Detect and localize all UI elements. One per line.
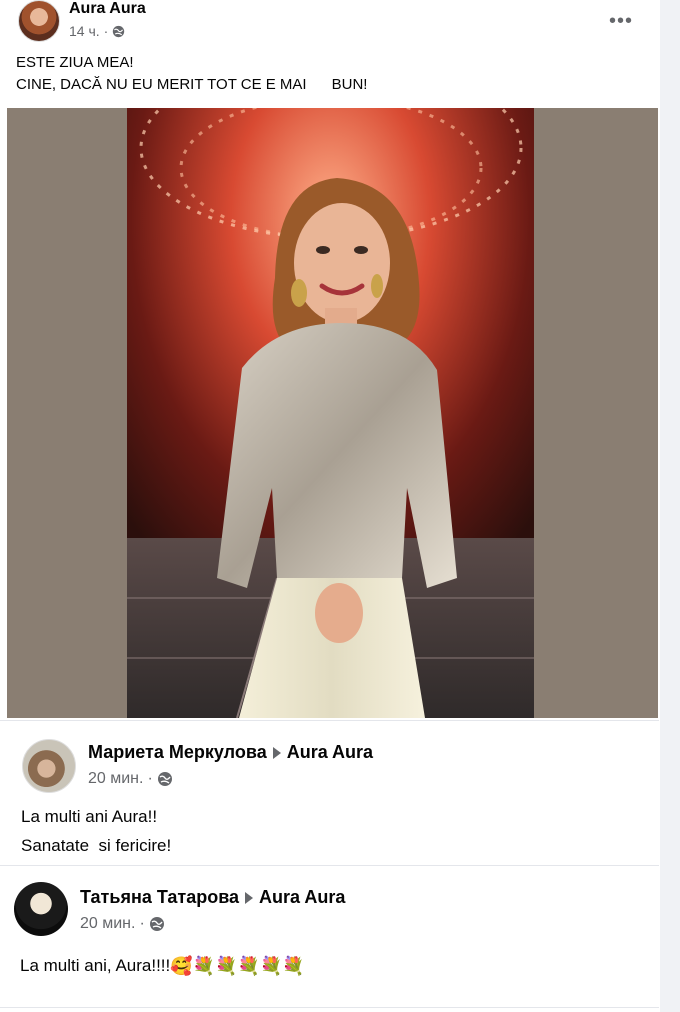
- post-photo[interactable]: [7, 108, 658, 718]
- post-card: Aura Aura 14 ч. · ••• ESTE ZIUA MEA! CIN…: [0, 0, 659, 721]
- commenter-name[interactable]: Мариета Меркулова: [88, 742, 267, 763]
- post-time[interactable]: 14 ч.: [69, 23, 100, 39]
- commenter-avatar[interactable]: [22, 739, 76, 793]
- arrow-right-icon: [272, 746, 281, 759]
- post-meta: 14 ч. ·: [69, 23, 125, 39]
- comment-card-2: Татьяна Татарова Aura Aura 20 мин. · La …: [0, 872, 659, 1008]
- bouquet-icon: 💐: [215, 956, 238, 976]
- scrollbar[interactable]: [660, 0, 680, 1012]
- arrow-right-icon: [245, 891, 254, 904]
- globe-icon: [149, 917, 164, 931]
- author-name[interactable]: Aura Aura: [69, 0, 146, 18]
- meta-dot: ·: [103, 23, 109, 39]
- bouquet-icon: 💐: [259, 956, 283, 976]
- bouquet-icon: 💐: [192, 956, 216, 976]
- author-avatar[interactable]: [18, 0, 60, 42]
- meta-dot: ·: [139, 915, 145, 932]
- comment-card-1: Мариета Меркулова Aura Aura 20 мин. · La…: [0, 727, 659, 866]
- globe-icon: [157, 772, 172, 786]
- comment-target[interactable]: Aura Aura: [259, 887, 345, 908]
- post-text-line-2: CINE, DACĂ NU EU MERIT TOT CE E MAI BUN!: [16, 76, 368, 93]
- commenter-avatar[interactable]: [14, 882, 68, 936]
- comment-text-line-2: Sanatate si fericire!: [21, 836, 172, 855]
- comment-header: Татьяна Татарова Aura Aura: [80, 887, 345, 908]
- comment-time[interactable]: 20 мин.: [80, 915, 135, 933]
- comment-meta: 20 мин. ·: [88, 770, 173, 788]
- meta-dot: ·: [147, 770, 153, 787]
- photo-image: [127, 108, 534, 718]
- photo-illustration: [127, 108, 534, 718]
- globe-icon: [113, 25, 125, 37]
- comment-header: Мариета Меркулова Aura Aura: [88, 742, 373, 763]
- comment-text: La multi ani, Aura!!!! 🥰 💐 💐 💐 💐 💐: [20, 953, 305, 979]
- comment-target[interactable]: Aura Aura: [287, 742, 373, 763]
- comment-text-line-1: La multi ani Aura!!: [21, 807, 158, 826]
- smiling-face-with-hearts-icon: 🥰: [170, 956, 193, 976]
- commenter-name[interactable]: Татьяна Татарова: [80, 887, 239, 908]
- post-text-line-1: ESTE ZIUA MEA!: [16, 54, 134, 71]
- bouquet-icon: 💐: [237, 956, 260, 976]
- comment-text-line-1: La multi ani, Aura!!!!: [20, 956, 171, 975]
- comment-meta: 20 мин. ·: [80, 915, 165, 933]
- bouquet-icon: 💐: [282, 956, 305, 976]
- more-options-icon[interactable]: •••: [609, 10, 633, 33]
- comment-time[interactable]: 20 мин.: [88, 770, 143, 788]
